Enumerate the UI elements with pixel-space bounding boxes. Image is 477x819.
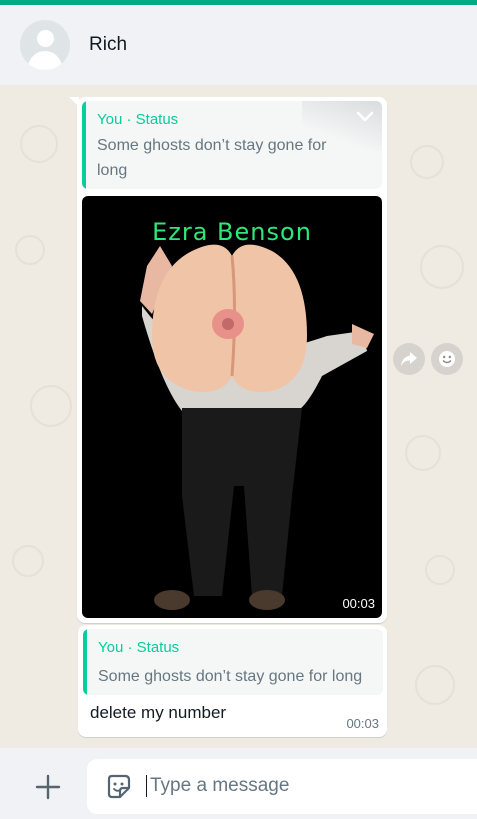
sticker-icon[interactable] xyxy=(105,773,132,800)
quote-author: You · Status xyxy=(98,639,180,656)
wallpaper-doodle xyxy=(30,385,72,427)
quoted-status[interactable]: You · Status Some ghosts don’t stay gone… xyxy=(82,101,382,189)
forward-button[interactable] xyxy=(393,343,425,375)
react-button[interactable] xyxy=(431,343,463,375)
message-input[interactable]: Type a message xyxy=(87,759,477,814)
forward-icon xyxy=(401,352,417,366)
wallpaper-doodle xyxy=(12,545,44,577)
message-bubble-media[interactable]: You · Status Some ghosts don’t stay gone… xyxy=(77,97,387,623)
message-list[interactable]: You · Status Some ghosts don’t stay gone… xyxy=(0,85,477,748)
wallpaper-doodle xyxy=(405,435,441,471)
quote-text: Some ghosts don’t stay gone for long xyxy=(98,668,363,685)
quote-author: You · Status xyxy=(97,111,179,128)
message-text: delete my number xyxy=(90,703,227,722)
message-bubble-text[interactable]: You · Status Some ghosts don’t stay gone… xyxy=(78,625,387,737)
media-figure-image xyxy=(140,244,374,610)
message-timestamp: 00:03 xyxy=(346,716,379,731)
message-input-placeholder: Type a message xyxy=(150,775,290,796)
chevron-down-icon[interactable] xyxy=(356,111,374,123)
contact-name[interactable]: Rich xyxy=(89,34,127,56)
text-caret xyxy=(146,775,147,797)
wallpaper-doodle xyxy=(420,245,464,289)
quote-bar xyxy=(83,629,87,695)
smiley-icon xyxy=(439,351,455,367)
chat-header[interactable]: Rich xyxy=(0,5,477,85)
wallpaper-doodle xyxy=(415,665,455,705)
quoted-status[interactable]: You · Status Some ghosts don’t stay gone… xyxy=(83,629,383,695)
composer-bar: Type a message xyxy=(0,748,477,819)
avatar[interactable] xyxy=(20,20,70,70)
wallpaper-doodle xyxy=(425,555,455,585)
plus-icon[interactable] xyxy=(35,774,61,800)
quote-bar xyxy=(82,101,86,189)
video-thumbnail[interactable]: Ezra Benson 00:03 xyxy=(82,196,382,618)
media-timestamp: 00:03 xyxy=(342,596,375,611)
wallpaper-doodle xyxy=(410,145,444,179)
wallpaper-doodle xyxy=(15,235,45,265)
wallpaper-doodle xyxy=(20,125,58,163)
